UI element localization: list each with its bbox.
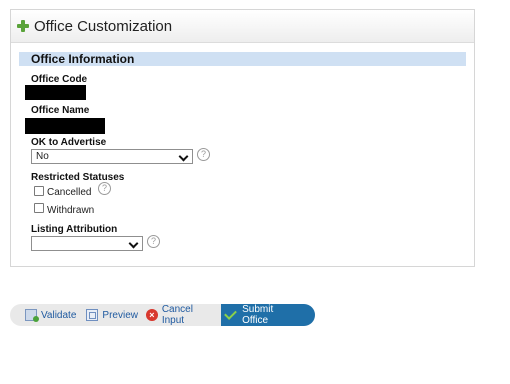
ok-to-advertise-label: OK to Advertise	[31, 137, 107, 148]
withdrawn-label: Withdrawn	[47, 205, 95, 216]
chevron-down-icon	[178, 151, 189, 162]
withdrawn-checkbox[interactable]	[34, 203, 44, 213]
office-code-label: Office Code	[31, 74, 88, 85]
help-icon[interactable]: ?	[197, 148, 210, 161]
panel-title: Office Customization	[34, 17, 173, 35]
submit-office-button[interactable]: Submit Office	[221, 304, 315, 326]
cancelled-label: Cancelled	[47, 187, 92, 198]
help-icon[interactable]: ?	[98, 182, 111, 195]
cancel-input-label: Cancel Input	[161, 304, 193, 326]
ok-to-advertise-select[interactable]: No	[31, 149, 193, 164]
validate-label: Validate	[41, 309, 77, 321]
office-code-redacted-value	[25, 85, 86, 100]
panel-header[interactable]: Office Customization	[11, 10, 474, 43]
cancel-input-button[interactable]: × Cancel Input	[142, 304, 221, 326]
cancel-icon: ×	[145, 309, 158, 321]
help-icon[interactable]: ?	[147, 235, 160, 248]
cancelled-checkbox[interactable]	[34, 186, 44, 196]
restricted-statuses-label: Restricted Statuses	[31, 172, 125, 183]
listing-attribution-label: Listing Attribution	[31, 224, 118, 235]
validate-icon	[25, 309, 39, 322]
check-icon	[224, 306, 237, 320]
plus-icon[interactable]	[17, 20, 29, 32]
preview-icon	[86, 309, 99, 321]
action-toolbar: Validate Preview × Cancel Input Submit O…	[10, 304, 315, 326]
submit-office-label: Submit Office	[242, 304, 274, 326]
chevron-down-icon	[128, 238, 139, 249]
preview-label: Preview	[102, 309, 138, 321]
office-name-label: Office Name	[31, 105, 90, 116]
office-name-redacted-value	[25, 118, 105, 134]
validate-button[interactable]: Validate	[10, 304, 80, 326]
preview-button[interactable]: Preview	[80, 304, 142, 326]
section-title: Office Information	[19, 52, 466, 66]
ok-to-advertise-value: No	[36, 151, 49, 162]
listing-attribution-select[interactable]	[31, 236, 143, 251]
